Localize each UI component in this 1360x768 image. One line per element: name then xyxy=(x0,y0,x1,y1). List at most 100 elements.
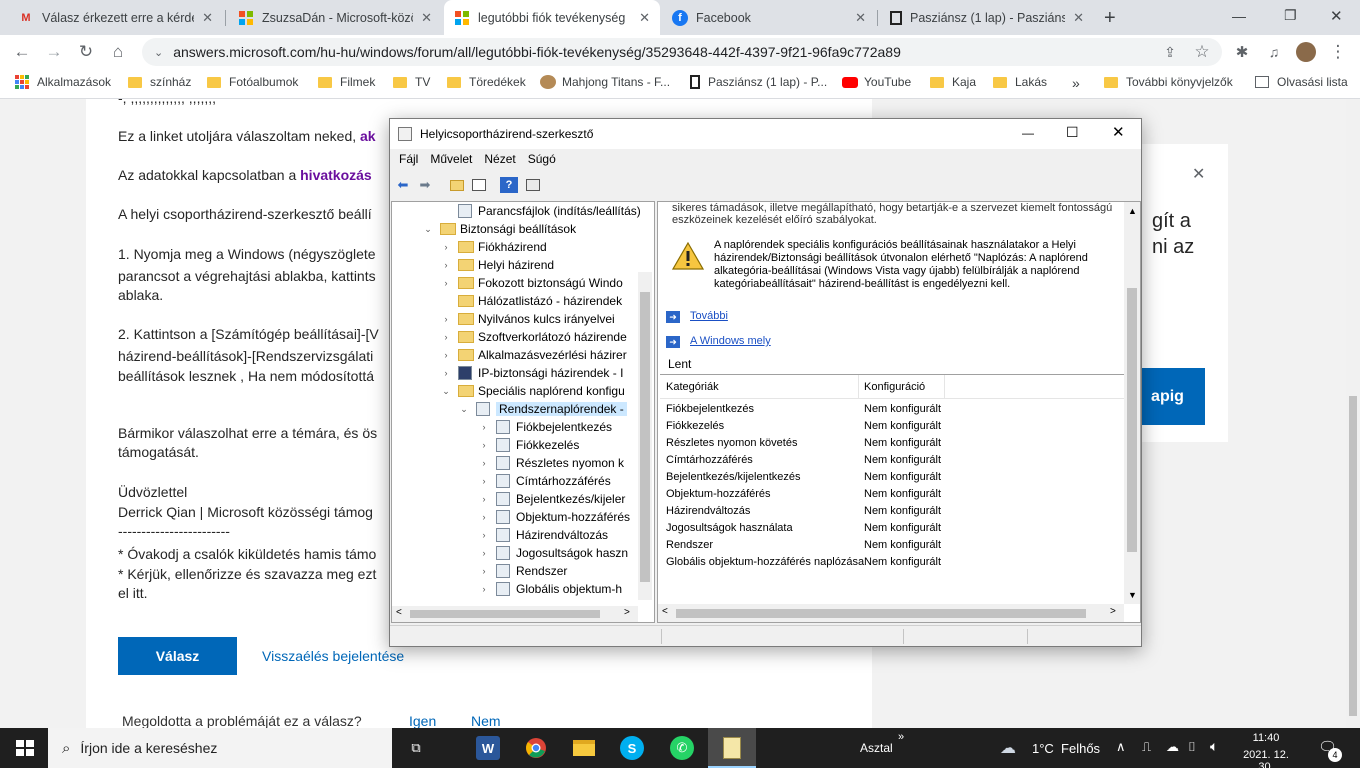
answer-link[interactable]: ak xyxy=(360,128,376,144)
volume-icon[interactable]: 🔈︎ xyxy=(1210,738,1218,755)
chevron-right-icon[interactable]: › xyxy=(478,548,490,558)
onedrive-icon[interactable]: ☁ xyxy=(1166,739,1179,755)
file-explorer-icon[interactable] xyxy=(572,736,596,760)
menu-help[interactable]: Súgó xyxy=(528,152,556,166)
bookmark-item[interactable]: Kaja xyxy=(930,75,976,89)
usb-icon[interactable]: ⎍ xyxy=(1142,739,1151,755)
bookmark-item[interactable]: Mahjong Titans - F... xyxy=(540,75,670,89)
bookmark-item[interactable]: Lakás xyxy=(993,75,1047,89)
details-hscrollbar[interactable]: < > xyxy=(658,604,1124,622)
show-hide-tree-icon[interactable] xyxy=(470,177,488,193)
chevron-right-icon[interactable]: › xyxy=(478,422,490,432)
windows-link[interactable]: A Windows mely xyxy=(690,335,771,347)
tree-item[interactable]: ⌄ Speciális naplórend konfigu xyxy=(440,382,625,400)
category-cell[interactable]: Globális objektum-hozzáférés naplózása xyxy=(666,556,864,568)
chevron-right-icon[interactable]: › xyxy=(440,332,452,342)
category-cell[interactable]: Részletes nyomon követés xyxy=(666,437,797,449)
close-icon[interactable]: ✕ xyxy=(1112,123,1125,141)
chevron-right-icon[interactable]: › xyxy=(478,440,490,450)
bookmark-item[interactable]: TV xyxy=(393,75,430,89)
toolbar-more-icon[interactable]: » xyxy=(898,731,904,743)
maximize-icon[interactable]: ☐ xyxy=(1066,124,1079,141)
close-icon[interactable]: ✕ xyxy=(1073,10,1084,26)
report-abuse-link[interactable]: Visszaélés bejelentése xyxy=(262,648,404,664)
skype-icon[interactable]: S xyxy=(620,736,644,760)
bookmark-item[interactable]: színház xyxy=(128,75,191,89)
tree-item[interactable]: › Nyilvános kulcs irányelvei xyxy=(440,310,615,328)
menu-icon[interactable]: ⋮ xyxy=(1328,42,1348,62)
category-cell[interactable]: Fiókkezelés xyxy=(666,420,724,432)
chevron-right-icon[interactable]: › xyxy=(440,242,452,252)
tree-item[interactable]: › Globális objektum-h xyxy=(478,580,622,598)
window-titlebar[interactable]: Helyicsoportházirend-szerkesztő — ☐ ✕ xyxy=(390,119,1141,149)
bookmark-item[interactable]: Pasziánsz (1 lap) - P... xyxy=(690,75,827,89)
category-cell[interactable]: Házirendváltozás xyxy=(666,505,750,517)
page-scrollbar[interactable] xyxy=(1346,99,1360,728)
close-icon[interactable]: ✕ xyxy=(202,10,213,26)
close-icon[interactable]: ✕ xyxy=(1192,164,1205,184)
menu-view[interactable]: Nézet xyxy=(484,152,515,166)
tree-item[interactable]: › Jogosultságok haszn xyxy=(478,544,628,562)
tab-zsuzsadan[interactable]: ZsuzsaDán - Microsoft-közös ✕ xyxy=(228,0,442,35)
scrollbar-thumb[interactable] xyxy=(1127,288,1137,552)
tree-item[interactable]: › Alkalmazásvezérlési házirer xyxy=(440,346,627,364)
scrollbar-thumb[interactable] xyxy=(676,609,1086,618)
bookmark-apps[interactable]: Alkalmazások xyxy=(15,75,111,89)
tree-item[interactable]: Parancsfájlok (indítás/leállítás) xyxy=(440,202,641,220)
chevron-right-icon[interactable]: › xyxy=(440,314,452,324)
chevron-down-icon[interactable]: ⌄ xyxy=(440,386,452,397)
tree-item[interactable]: › Címtárhozzáférés xyxy=(478,472,611,490)
chevron-right-icon[interactable]: › xyxy=(440,278,452,288)
help-icon[interactable]: ? xyxy=(500,177,518,193)
minimize-icon[interactable]: — xyxy=(1022,126,1034,140)
forward-icon[interactable]: → xyxy=(44,42,64,62)
close-window-icon[interactable]: ✕ xyxy=(1330,7,1343,25)
windows-start-icon[interactable] xyxy=(16,740,34,759)
scroll-left-icon[interactable]: < xyxy=(662,606,668,617)
no-link[interactable]: Nem xyxy=(471,713,501,728)
minimize-icon[interactable]: — xyxy=(1232,8,1246,24)
tree-item[interactable]: ⌄ Biztonsági beállítások xyxy=(422,220,576,238)
column-header-category[interactable]: Kategóriák xyxy=(666,381,719,393)
category-cell[interactable]: Objektum-hozzáférés xyxy=(666,488,771,500)
bookmark-other[interactable]: További könyvjelzők xyxy=(1104,75,1233,89)
yes-link[interactable]: Igen xyxy=(409,713,436,728)
share-icon[interactable]: ⇪ xyxy=(1160,42,1180,62)
close-icon[interactable]: ✕ xyxy=(421,10,432,26)
clock-time[interactable]: 11:40 xyxy=(1236,732,1296,744)
tree-hscrollbar[interactable]: < > xyxy=(392,606,638,622)
back-icon[interactable]: ← xyxy=(12,42,32,62)
close-icon[interactable]: ✕ xyxy=(639,10,650,26)
properties-icon[interactable] xyxy=(524,177,542,193)
bookmark-star-icon[interactable]: ☆ xyxy=(1192,42,1212,62)
tab-facebook[interactable]: f Facebook ✕ xyxy=(662,0,876,35)
details-vscrollbar[interactable]: ▲ ▼ xyxy=(1124,202,1140,604)
tree-item[interactable]: › Fokozott biztonságú Windo xyxy=(440,274,623,292)
new-tab-icon[interactable]: + xyxy=(1104,7,1116,30)
chevron-down-icon[interactable]: ⌄ xyxy=(458,404,470,415)
clock-date[interactable]: 2021. 12. 30. xyxy=(1234,749,1298,768)
menu-action[interactable]: Művelet xyxy=(430,152,472,166)
bookmarks-more-icon[interactable]: » xyxy=(1072,75,1080,91)
chevron-right-icon[interactable]: › xyxy=(440,350,452,360)
tab-solitaire[interactable]: Pasziánsz (1 lap) - Pasziánsz ✕ xyxy=(880,0,1094,35)
tree-item[interactable]: › Rendszer xyxy=(478,562,567,580)
whatsapp-icon[interactable]: ✆ xyxy=(670,736,694,760)
chevron-right-icon[interactable]: › xyxy=(478,458,490,468)
taskbar-search-box[interactable]: ⌕ Írjon ide a kereséshez xyxy=(48,728,392,768)
scroll-left-icon[interactable]: < xyxy=(396,607,402,618)
tree-item[interactable]: › Fiókbejelentkezés xyxy=(478,418,612,436)
chevron-up-icon[interactable]: ∧ xyxy=(1116,739,1126,755)
scrollbar-thumb[interactable] xyxy=(410,610,600,618)
tree-item[interactable]: › Részletes nyomon k xyxy=(478,454,624,472)
media-icon[interactable]: ♫ xyxy=(1264,42,1284,62)
reply-button[interactable]: Válasz xyxy=(118,637,237,675)
answer-link[interactable]: hivatkozás xyxy=(300,167,372,183)
tree-item[interactable]: › Bejelentkezés/kijeler xyxy=(478,490,625,508)
category-cell[interactable]: Rendszer xyxy=(666,539,713,551)
task-view-icon[interactable]: ⧉ xyxy=(404,736,428,760)
bookmark-item[interactable]: Fotóalbumok xyxy=(207,75,298,89)
category-cell[interactable]: Címtárhozzáférés xyxy=(666,454,753,466)
tree-item[interactable]: › IP-biztonsági házirendek - I xyxy=(440,364,623,382)
scroll-up-icon[interactable]: ▲ xyxy=(1128,206,1137,216)
